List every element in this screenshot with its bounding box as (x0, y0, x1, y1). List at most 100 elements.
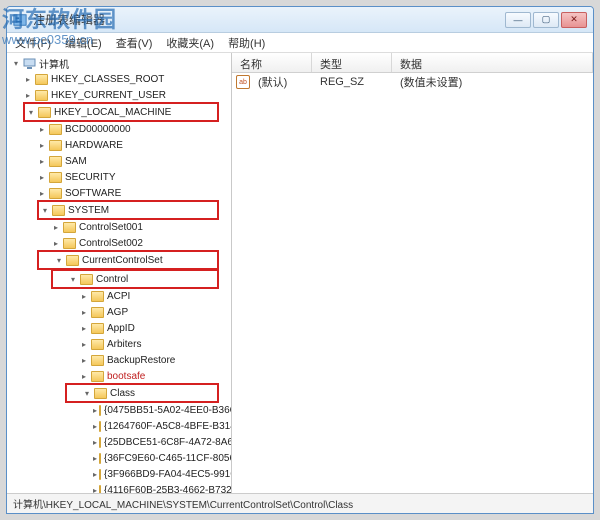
tree-acpi[interactable]: ▸ACPI (9, 288, 231, 304)
computer-icon (23, 57, 36, 70)
menu-favorites[interactable]: 收藏夹(A) (166, 35, 214, 51)
maximize-button[interactable]: ▢ (533, 12, 559, 28)
tree-ccs[interactable]: ▾CurrentControlSet (40, 252, 216, 268)
tree-appid[interactable]: ▸AppID (9, 320, 231, 336)
col-type[interactable]: 类型 (312, 53, 392, 72)
status-path: 计算机\HKEY_LOCAL_MACHINE\SYSTEM\CurrentCon… (13, 496, 353, 511)
tree-system[interactable]: ▾SYSTEM (40, 202, 216, 218)
value-name[interactable]: (默认) (254, 74, 316, 90)
expand-icon[interactable]: ▸ (79, 339, 89, 349)
tree-hardware[interactable]: ▸HARDWARE (9, 137, 231, 153)
folder-icon (91, 291, 104, 302)
expand-icon[interactable]: ▸ (79, 307, 89, 317)
tree-hklm[interactable]: ▾HKEY_LOCAL_MACHINE (26, 104, 216, 120)
tree-bcd[interactable]: ▸BCD00000000 (9, 121, 231, 137)
tree-guid[interactable]: ▸{0475BB51-5A02-4EE0-B36C-29040F… (9, 402, 231, 418)
tree-guid[interactable]: ▸{25DBCE51-6C8F-4A72-8A6D-B54C2… (9, 434, 231, 450)
window-title: 注册表编辑器 (33, 11, 105, 28)
expand-icon[interactable]: ▸ (37, 188, 47, 198)
menu-help[interactable]: 帮助(H) (228, 35, 265, 51)
expand-icon[interactable]: ▸ (51, 238, 61, 248)
expand-icon[interactable]: ▸ (23, 74, 33, 84)
expand-icon[interactable]: ▸ (79, 371, 89, 381)
expand-icon[interactable]: ▸ (79, 355, 89, 365)
folder-icon (66, 255, 79, 266)
folder-icon (35, 74, 48, 85)
expand-icon[interactable]: ▸ (93, 453, 97, 463)
folder-icon (35, 90, 48, 101)
tree-hkcr[interactable]: ▸HKEY_CLASSES_ROOT (9, 71, 231, 87)
expand-icon[interactable]: ▸ (93, 469, 97, 479)
tree-guid[interactable]: ▸{4116F60B-25B3-4662-B732-99A6… (9, 482, 231, 493)
expand-icon[interactable]: ▸ (37, 172, 47, 182)
tree-backup[interactable]: ▸BackupRestore (9, 352, 231, 368)
folder-icon (52, 205, 65, 216)
collapse-icon[interactable]: ▾ (68, 274, 78, 284)
folder-icon (99, 469, 101, 480)
statusbar: 计算机\HKEY_LOCAL_MACHINE\SYSTEM\CurrentCon… (7, 493, 593, 513)
highlight-box: ▾Control (51, 269, 219, 289)
tree-cs002[interactable]: ▸ControlSet002 (9, 235, 231, 251)
collapse-icon[interactable]: ▾ (54, 255, 64, 265)
folder-icon (91, 339, 104, 350)
tree-guid[interactable]: ▸{36FC9E60-C465-11CF-8056-44455… (9, 450, 231, 466)
expand-icon[interactable]: ▸ (79, 323, 89, 333)
menu-view[interactable]: 查看(V) (116, 35, 153, 51)
highlight-box: ▾Class (65, 383, 219, 403)
col-name[interactable]: 名称 (232, 53, 312, 72)
tree-guid[interactable]: ▸{1264760F-A5C8-4BFE-B314-D56A7B… (9, 418, 231, 434)
highlight-box: ▾CurrentControlSet (37, 250, 219, 270)
collapse-icon[interactable]: ▾ (40, 205, 50, 215)
minimize-button[interactable]: — (505, 12, 531, 28)
string-value-icon: ab (236, 75, 250, 89)
menubar: 文件(F) 编辑(E) 查看(V) 收藏夹(A) 帮助(H) (7, 33, 593, 53)
highlight-box: ▾SYSTEM (37, 200, 219, 220)
tree-sam[interactable]: ▸SAM (9, 153, 231, 169)
expand-icon[interactable]: ▸ (93, 485, 97, 493)
tree-guid[interactable]: ▸{3F966BD9-FA04-4EC5-991C-D3262… (9, 466, 231, 482)
expand-icon[interactable]: ▸ (37, 124, 47, 134)
folder-icon (49, 156, 62, 167)
expand-icon[interactable]: ▸ (37, 156, 47, 166)
tree-bootsafe[interactable]: ▸bootsafe (9, 368, 231, 384)
expand-icon[interactable]: ▸ (51, 222, 61, 232)
folder-icon (91, 307, 104, 318)
tree-arbiters[interactable]: ▸Arbiters (9, 336, 231, 352)
folder-icon (99, 405, 101, 416)
expand-icon[interactable]: ▸ (93, 405, 97, 415)
folder-icon (99, 453, 101, 464)
value-row[interactable]: ab (默认) REG_SZ (数值未设置) (232, 73, 593, 91)
tree-security[interactable]: ▸SECURITY (9, 169, 231, 185)
list-header: 名称 类型 数据 (232, 53, 593, 73)
tree-root[interactable]: ▾计算机 (9, 55, 231, 71)
value-data: (数值未设置) (396, 74, 593, 90)
expand-icon[interactable]: ▸ (23, 90, 33, 100)
close-button[interactable]: ✕ (561, 12, 587, 28)
folder-icon (99, 485, 101, 494)
list-body[interactable]: ab (默认) REG_SZ (数值未设置) (232, 73, 593, 493)
collapse-icon[interactable]: ▾ (26, 107, 36, 117)
folder-icon (94, 388, 107, 399)
expand-icon[interactable]: ▸ (79, 291, 89, 301)
collapse-icon[interactable]: ▾ (82, 388, 92, 398)
folder-icon (80, 274, 93, 285)
tree-pane[interactable]: ▾计算机 ▸HKEY_CLASSES_ROOT ▸HKEY_CURRENT_US… (7, 53, 232, 493)
folder-icon (99, 437, 101, 448)
titlebar: 注册表编辑器 — ▢ ✕ (7, 7, 593, 33)
expand-icon[interactable]: ▸ (93, 421, 97, 431)
menu-edit[interactable]: 编辑(E) (65, 35, 102, 51)
expand-icon[interactable]: ▸ (93, 437, 97, 447)
expand-icon[interactable]: ▸ (37, 140, 47, 150)
folder-icon (38, 107, 51, 118)
tree-cs001[interactable]: ▸ControlSet001 (9, 219, 231, 235)
window-controls: — ▢ ✕ (505, 12, 587, 28)
tree-agp[interactable]: ▸AGP (9, 304, 231, 320)
collapse-icon[interactable]: ▾ (11, 58, 21, 68)
regedit-window: 注册表编辑器 — ▢ ✕ 文件(F) 编辑(E) 查看(V) 收藏夹(A) 帮助… (6, 6, 594, 514)
menu-file[interactable]: 文件(F) (15, 35, 51, 51)
tree-control[interactable]: ▾Control (54, 271, 216, 287)
col-data[interactable]: 数据 (392, 53, 593, 72)
tree-software[interactable]: ▸SOFTWARE (9, 185, 231, 201)
tree-hkcu[interactable]: ▸HKEY_CURRENT_USER (9, 87, 231, 103)
tree-class[interactable]: ▾Class (68, 385, 216, 401)
